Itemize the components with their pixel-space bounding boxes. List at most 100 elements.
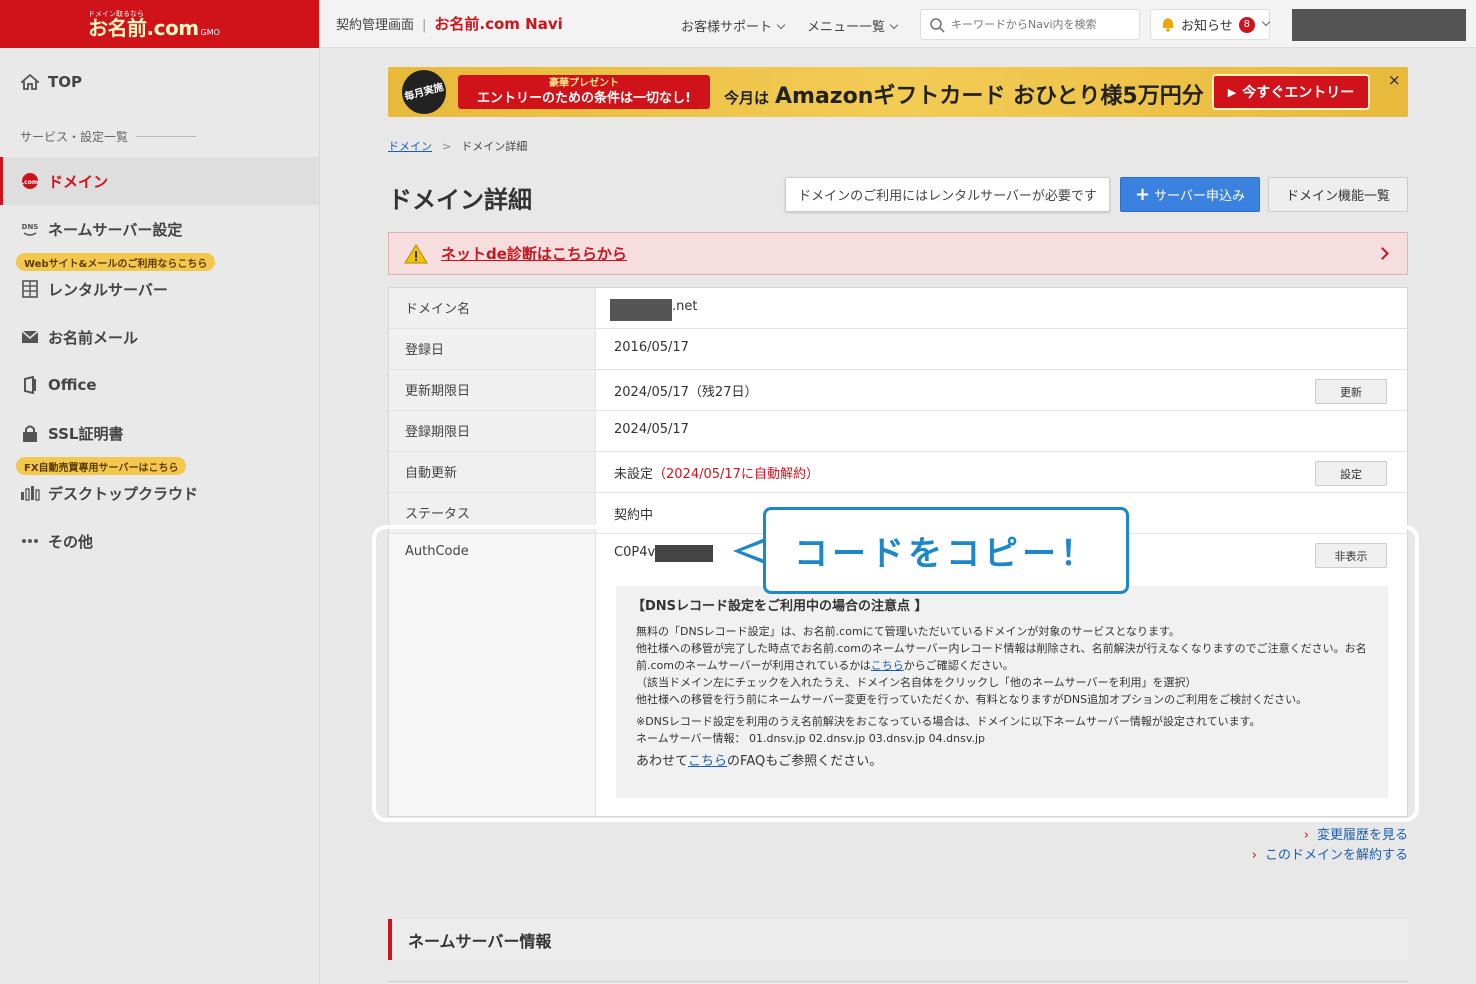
row-label: 自動更新 xyxy=(389,452,596,492)
services-heading: サービス・設定一覧 xyxy=(20,128,196,145)
dns-notice-text: （該当ドメイン左にチェックを入れたうえ、ドメイン名自体をクリックし「他のネームサ… xyxy=(636,676,1197,689)
sidebar-item-desktop-cloud[interactable]: デスクトップクラウド xyxy=(0,469,319,517)
table-row: 更新期限日 2024/05/17（残27日） 更新 xyxy=(389,370,1407,411)
auto-renew-setting-button[interactable]: 設定 xyxy=(1315,461,1387,486)
more-icon xyxy=(20,531,40,551)
app-title: 契約管理画面 | お名前.com Navi xyxy=(336,15,563,33)
row-label: 更新期限日 xyxy=(389,370,596,410)
sidebar-item-domain[interactable]: .com ドメイン xyxy=(0,157,319,205)
dns-notice-text: 他社様への移管を行う前にネームサーバー変更を行っていただくか、有料となりますがD… xyxy=(636,693,1308,706)
chevron-right-icon xyxy=(1376,247,1389,260)
domain-icon: .com xyxy=(20,171,40,191)
renew-button[interactable]: 更新 xyxy=(1315,379,1387,404)
sidebar-item-other[interactable]: その他 xyxy=(0,517,319,565)
table-row: ドメイン名 .net xyxy=(389,288,1407,329)
logo-text: お名前.com xyxy=(88,15,199,40)
chevron-down-icon xyxy=(776,20,786,30)
sidebar-item-mail[interactable]: お名前メール xyxy=(0,313,319,361)
dns-icon: DNS xyxy=(20,219,40,239)
sidebar-item-office[interactable]: Office xyxy=(0,361,319,409)
server-apply-label: サーバー申込み xyxy=(1154,189,1245,204)
rental-server-note-button[interactable]: ドメインのご利用にはレンタルサーバーが必要です xyxy=(785,177,1110,212)
sidebar-item-label: TOP xyxy=(48,73,82,91)
masked-text xyxy=(610,299,672,321)
page-title: ドメイン詳細 xyxy=(388,186,532,214)
ribbon-top-text: 豪華プレゼント xyxy=(549,78,619,89)
cancel-domain-link[interactable]: このドメインを解約する xyxy=(1252,846,1408,866)
check-link[interactable]: こちら xyxy=(871,659,904,672)
bell-icon xyxy=(1163,18,1173,32)
hide-authcode-button[interactable]: 非表示 xyxy=(1315,543,1387,568)
row-label: ステータス xyxy=(389,493,596,533)
renewal-date-value: 2024/05/17（残27日） xyxy=(614,385,758,400)
section-label: 契約管理画面 xyxy=(336,18,415,33)
search-icon xyxy=(930,17,945,33)
banner-badge: 毎月実施 xyxy=(397,67,451,117)
chevron-down-icon xyxy=(1261,17,1270,26)
registration-expiry-value: 2024/05/17 xyxy=(614,422,689,437)
change-history-link[interactable]: 変更履歴を見る xyxy=(1252,826,1408,846)
nameserver-info-text: ネームサーバー情報： 01.dnsv.jp 02.dnsv.jp 03.dnsv… xyxy=(636,732,986,745)
sidebar-item-label: ネームサーバー設定 xyxy=(48,220,183,239)
svg-text:.com: .com xyxy=(22,179,38,186)
brand-name[interactable]: お名前.com Navi xyxy=(434,15,562,33)
domain-functions-button[interactable]: ドメイン機能一覧 xyxy=(1268,177,1408,212)
dns-notice-box: 【DNSレコード設定をご利用中の場合の注意点 】 無料の「DNSレコード設定」は… xyxy=(616,586,1388,798)
banner-headline-text: Amazonギフトカード おひとり様5万円分 xyxy=(775,84,1204,109)
sidebar-item-label: その他 xyxy=(48,532,94,551)
domain-action-links: 変更履歴を見る このドメインを解約する xyxy=(1252,826,1408,866)
breadcrumb-link-domain[interactable]: ドメイン xyxy=(388,140,432,153)
home-icon xyxy=(20,72,40,92)
notice-count-badge: 8 xyxy=(1238,16,1255,33)
banner-headline: 今月は Amazonギフトカード おひとり様5万円分 xyxy=(724,78,1204,110)
close-icon[interactable]: × xyxy=(1388,71,1401,89)
registration-date-value: 2016/05/17 xyxy=(614,340,689,355)
diagnosis-alert[interactable]: ネットde診断はこちらから xyxy=(388,232,1408,275)
faq-text: あわせてこちらのFAQもご参照ください。 xyxy=(636,753,1368,770)
faq-link[interactable]: こちら xyxy=(688,754,727,769)
warning-icon xyxy=(404,243,428,263)
auto-renew-note: （2024/05/17に自動解約） xyxy=(653,467,819,482)
search-input[interactable] xyxy=(951,18,1131,31)
dns-notice-text: ※DNSレコード設定を利用のうえ名前解決をおこなっている場合は、ドメインに以下ネ… xyxy=(636,715,1261,728)
breadcrumb: ドメイン > ドメイン詳細 xyxy=(388,140,528,153)
sidebar-item-label: お名前メール xyxy=(48,328,139,347)
auto-renew-value: 未設定 （2024/05/17に自動解約） xyxy=(596,452,1407,492)
sidebar-item-ssl[interactable]: SSL証明書 xyxy=(0,409,319,457)
diagnosis-link[interactable]: ネットde診断はこちらから xyxy=(441,243,627,264)
sidebar-item-label: Office xyxy=(48,376,97,394)
search-box[interactable] xyxy=(920,9,1140,40)
lock-icon xyxy=(20,423,40,443)
menu-list[interactable]: メニュー一覧 xyxy=(807,16,899,35)
sidebar-item-rental-server[interactable]: レンタルサーバー xyxy=(0,265,319,313)
sidebar-item-nameserver[interactable]: DNS ネームサーバー設定 xyxy=(0,205,319,253)
dns-notice-text: 無料の「DNSレコード設定」は、お名前.comにて管理いただいているドメインが対… xyxy=(636,625,1180,638)
breadcrumb-current: ドメイン詳細 xyxy=(461,140,528,153)
chevron-down-icon xyxy=(889,20,899,30)
entry-button[interactable]: ▶ 今すぐエントリー xyxy=(1212,74,1370,110)
user-account-menu[interactable] xyxy=(1292,9,1466,41)
table-row: 登録期限日 2024/05/17 xyxy=(389,411,1407,452)
brand-logo[interactable]: ドメイン取るなら お名前.com GMO xyxy=(88,10,220,39)
faq-text-part: あわせて xyxy=(636,754,689,769)
svg-text:DNS: DNS xyxy=(22,223,39,231)
logo-bar: ドメイン取るなら お名前.com GMO xyxy=(0,0,319,48)
nameserver-section-heading: ネームサーバー情報 xyxy=(388,919,1408,960)
banner-lead: 今月は xyxy=(724,89,770,107)
table-row: 登録日 2016/05/17 xyxy=(389,329,1407,370)
dns-notice-text: 他社様への移管が完了した時点でお名前.comのネームサーバー内レコード情報は削除… xyxy=(636,640,1368,674)
support-menu-label: お客様サポート xyxy=(681,20,773,35)
play-icon: ▶ xyxy=(1227,85,1237,99)
server-icon xyxy=(20,279,40,299)
server-apply-button[interactable]: + サーバー申込み xyxy=(1120,177,1260,212)
dns-notice-text-part: からご確認ください。 xyxy=(903,659,1014,672)
sidebar-item-label: デスクトップクラウド xyxy=(48,484,199,503)
authcode-text[interactable]: C0P4v xyxy=(614,545,655,560)
notice-button[interactable]: お知らせ 8 xyxy=(1150,9,1270,40)
sidebar-item-top[interactable]: TOP xyxy=(0,58,319,106)
row-label: AuthCode xyxy=(389,534,596,816)
chart-icon xyxy=(20,483,40,503)
callout-pointer-inner xyxy=(741,542,765,560)
support-menu[interactable]: お客様サポート xyxy=(681,16,786,35)
promo-banner[interactable]: 毎月実施 豪華プレゼント エントリーのための条件は一切なし! 今月は Amazon… xyxy=(388,67,1408,117)
